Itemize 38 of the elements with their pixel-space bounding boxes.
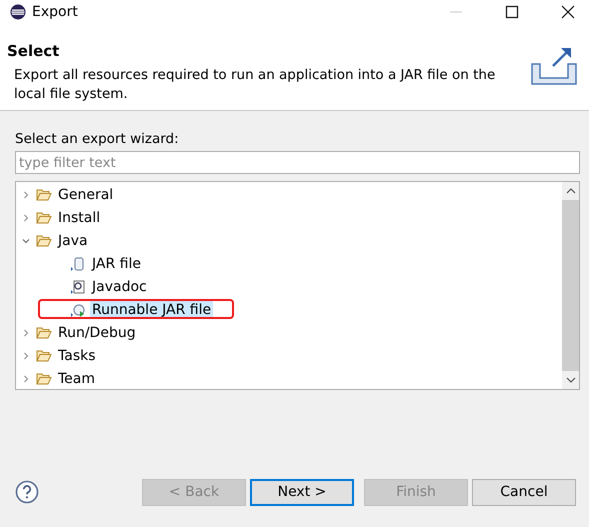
chevron-right-icon[interactable] <box>22 214 30 222</box>
page-title: Select <box>7 42 60 60</box>
chevron-right-icon[interactable] <box>22 328 30 336</box>
wizard-button[interactable]: Next > <box>250 478 354 506</box>
help-icon[interactable] <box>15 480 39 504</box>
chevron-right-icon[interactable] <box>22 352 30 360</box>
tree-item[interactable]: General <box>56 186 116 204</box>
folder-icon <box>36 372 52 386</box>
tree-item[interactable]: Javadoc <box>90 278 149 296</box>
wizard-label: Select an export wizard: <box>15 131 180 147</box>
close-icon[interactable] <box>561 5 575 19</box>
scrollbar-thumb[interactable] <box>562 200 579 371</box>
chevron-right-icon[interactable] <box>22 374 30 382</box>
window-title: Export <box>32 4 78 20</box>
wizard-button[interactable]: Cancel <box>472 478 576 506</box>
app-logo-icon <box>10 4 26 20</box>
tree-item[interactable]: JAR file <box>90 254 143 272</box>
chevron-right-icon[interactable] <box>22 190 30 198</box>
javadoc-icon <box>70 278 86 294</box>
scroll-down-icon[interactable] <box>566 377 576 383</box>
tree-item[interactable]: Install <box>56 208 102 226</box>
folder-icon <box>36 234 52 248</box>
tree-item[interactable]: Tasks <box>56 346 98 364</box>
jar-icon <box>70 256 86 272</box>
tree-item[interactable]: Run/Debug <box>56 324 138 342</box>
runnable-jar-icon <box>70 302 86 318</box>
scrollbar[interactable] <box>562 182 579 389</box>
tree-item[interactable]: Team <box>56 370 98 388</box>
maximize-icon[interactable] <box>505 5 519 19</box>
folder-icon <box>36 210 52 224</box>
folder-icon <box>36 348 52 362</box>
folder-icon <box>36 326 52 340</box>
page-description: Export all resources required to run an application into a JAR file on the local file system. <box>13 66 496 104</box>
filter-field[interactable]: type filter text <box>15 151 580 174</box>
tree-item[interactable]: Java <box>56 232 90 250</box>
folder-icon <box>36 188 52 202</box>
scroll-up-icon[interactable] <box>566 188 576 194</box>
chevron-down-icon[interactable] <box>22 236 30 244</box>
